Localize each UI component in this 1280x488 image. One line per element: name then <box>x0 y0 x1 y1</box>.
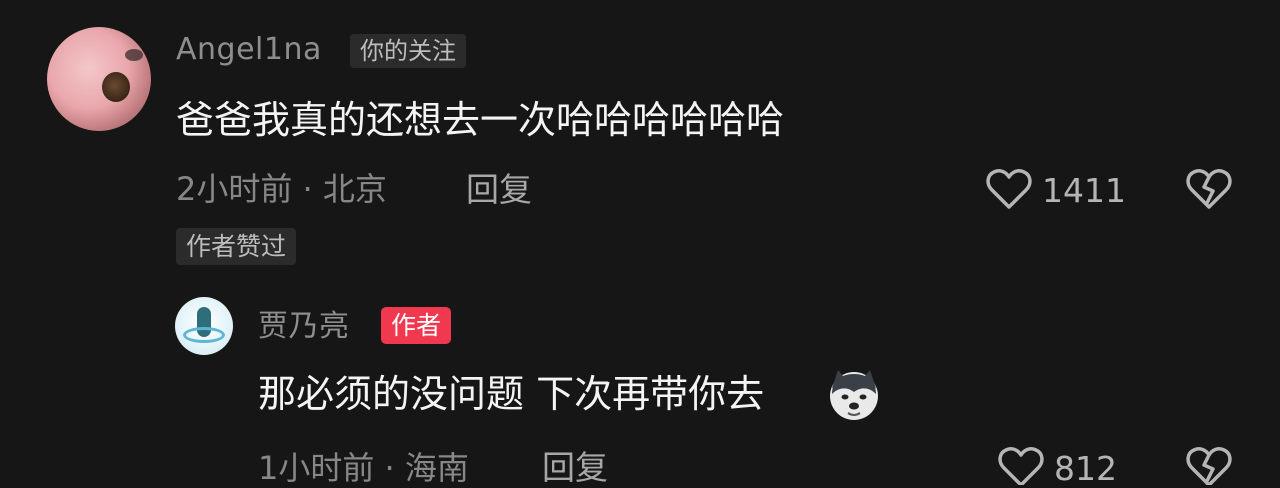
reply-text: 那必须的没问题 下次再带你去 <box>258 372 765 416</box>
like-heart-icon[interactable] <box>986 167 1032 211</box>
author-tag: 作者 <box>381 307 452 344</box>
avatar-swim-ring <box>183 327 225 343</box>
follow-tag: 你的关注 <box>350 34 466 68</box>
reply-like-heart-icon[interactable] <box>998 445 1044 485</box>
reply-meta: 1小时前 · 海南 <box>258 449 469 487</box>
comment-meta: 2小时前 · 北京 <box>176 170 387 208</box>
reply-like-count: 812 <box>1054 449 1117 488</box>
husky-emoji-icon <box>826 366 882 422</box>
dislike-broken-heart-icon[interactable] <box>1186 167 1232 211</box>
avatar-eye <box>125 49 143 61</box>
comment-username[interactable]: Angel1na <box>176 35 322 65</box>
avatar-angel1na[interactable] <box>47 27 151 131</box>
avatar-author[interactable] <box>175 297 233 355</box>
avatar-detail <box>102 72 130 102</box>
author-liked-tag: 作者赞过 <box>176 228 297 265</box>
reply-button[interactable]: 回复 <box>466 173 532 206</box>
reply-username[interactable]: 贾乃亮 <box>258 312 350 342</box>
like-count: 1411 <box>1042 171 1126 210</box>
comment-text: 爸爸我真的还想去一次哈哈哈哈哈哈 <box>176 98 785 142</box>
reply-dislike-broken-heart-icon[interactable] <box>1186 445 1232 485</box>
reply-reply-button[interactable]: 回复 <box>542 451 608 484</box>
